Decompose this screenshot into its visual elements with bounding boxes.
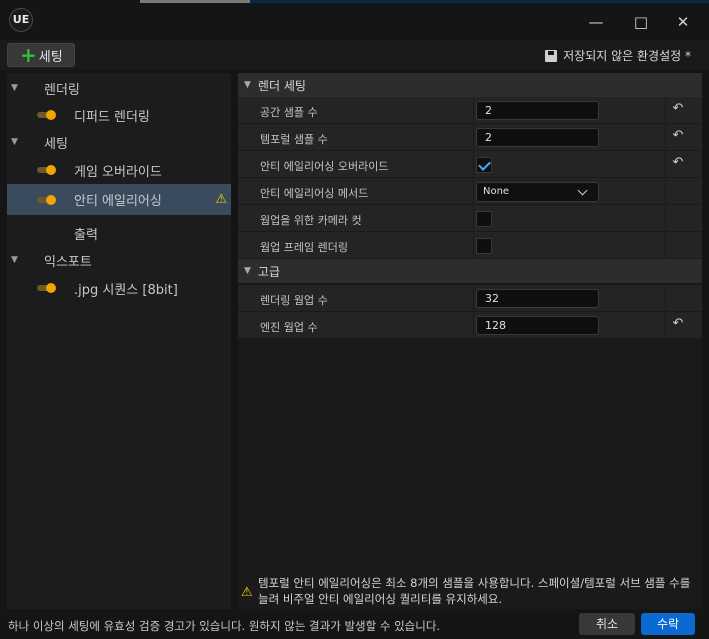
- property-label: 템포럴 샘플 수: [260, 133, 328, 146]
- status-bar: 하나 이상의 세팅에 유효성 검증 경고가 있습니다. 원하지 않는 결과가 발…: [0, 610, 709, 639]
- tree-group-settings[interactable]: ▼ 세팅: [7, 128, 231, 156]
- settings-tree: ▼ 렌더링 디퍼드 렌더링 ▼ 세팅 게임 오버라이드 안티 에일리어싱 ⚠ 출…: [7, 73, 231, 609]
- reset-to-default-icon[interactable]: ↶: [668, 101, 688, 119]
- section-title: 렌더 세팅: [257, 78, 306, 93]
- status-text: 하나 이상의 세팅에 유효성 검증 경고가 있습니다. 원하지 않는 결과가 발…: [8, 619, 441, 633]
- anti-aliasing-method-dropdown[interactable]: None: [476, 182, 599, 202]
- tree-item-game-override[interactable]: 게임 오버라이드: [7, 156, 231, 184]
- tree-item-label: 게임 오버라이드: [74, 164, 162, 180]
- section-header-render-settings[interactable]: ▼ 렌더 세팅: [238, 73, 702, 97]
- tree-group-label: 세팅: [44, 136, 68, 152]
- add-settings-button[interactable]: + 세팅: [7, 43, 75, 67]
- property-row: 웜업을 위한 카메라 컷: [238, 205, 702, 232]
- property-label: 공간 샘플 수: [260, 106, 318, 119]
- save-icon: [545, 49, 558, 62]
- anti-aliasing-override-checkbox[interactable]: [476, 157, 492, 173]
- chevron-down-icon: [577, 185, 588, 196]
- property-row: 엔진 웜업 수 128 ↶: [238, 312, 702, 339]
- temporal-sample-count-input[interactable]: 2: [476, 128, 599, 147]
- property-row: 공간 샘플 수 2 ↶: [238, 97, 702, 124]
- background-window-tab: [140, 0, 250, 3]
- unsaved-config-label: 저장되지 않은 환경설정 *: [563, 49, 691, 63]
- property-row: 안티 에일리어싱 오버라이드 ↶: [238, 151, 702, 178]
- tree-item-label: 출력: [74, 227, 98, 243]
- tree-group-export[interactable]: ▼ 익스포트: [7, 246, 231, 274]
- tree-item-label: 디퍼드 렌더링: [74, 109, 150, 125]
- engine-warmup-count-input[interactable]: 128: [476, 316, 599, 335]
- toggle-switch[interactable]: [37, 165, 59, 175]
- validation-notice: ⚠ 템포럴 안티 에일리어싱은 최소 8개의 샘플을 사용합니다. 스페이셜/템…: [238, 573, 702, 609]
- tree-item-deferred-rendering[interactable]: 디퍼드 렌더링: [7, 101, 231, 129]
- minimize-icon[interactable]: —: [586, 12, 606, 32]
- maximize-icon[interactable]: □: [631, 12, 651, 32]
- plus-icon: +: [20, 43, 37, 67]
- dropdown-value: None: [483, 186, 510, 197]
- add-settings-label: 세팅: [38, 49, 63, 65]
- expand-arrow-icon[interactable]: ▼: [11, 255, 18, 265]
- warning-icon: ⚠: [241, 585, 253, 600]
- close-icon[interactable]: ✕: [673, 12, 693, 32]
- toggle-switch[interactable]: [37, 283, 59, 293]
- details-empty-area: [238, 339, 702, 609]
- reset-to-default-icon[interactable]: ↶: [668, 128, 688, 146]
- tree-item-output[interactable]: 출력: [7, 219, 231, 247]
- property-label: 안티 에일리어싱 메서드: [260, 187, 369, 200]
- expand-arrow-icon[interactable]: ▼: [11, 83, 18, 93]
- property-label: 렌더링 웜업 수: [260, 294, 328, 307]
- property-row: 템포럴 샘플 수 2 ↶: [238, 124, 702, 151]
- section-title: 고급: [257, 264, 281, 279]
- property-label: 엔진 웜업 수: [260, 321, 318, 334]
- render-warmup-frame-checkbox[interactable]: [476, 238, 492, 254]
- camera-cut-warmup-checkbox[interactable]: [476, 211, 492, 227]
- property-label: 웜업 프레임 렌더링: [260, 241, 348, 254]
- render-warmup-count-input[interactable]: 32: [476, 289, 599, 308]
- unreal-logo-icon: UE: [9, 8, 33, 32]
- unsaved-config-button[interactable]: 저장되지 않은 환경설정 *: [545, 47, 691, 64]
- property-row: 안티 에일리어싱 메서드 None: [238, 178, 702, 205]
- tree-item-label: .jpg 시퀀스 [8bit]: [74, 282, 178, 298]
- reset-to-default-icon[interactable]: ↶: [668, 316, 688, 334]
- tree-item-jpg-sequence[interactable]: .jpg 시퀀스 [8bit]: [7, 274, 231, 302]
- accept-button[interactable]: 수락: [641, 613, 695, 635]
- section-header-advanced[interactable]: ▼ 고급: [238, 259, 702, 283]
- toolbar: + 세팅 저장되지 않은 환경설정 *: [0, 40, 709, 70]
- toggle-switch[interactable]: [37, 110, 59, 120]
- cancel-button[interactable]: 취소: [579, 613, 635, 635]
- property-row: 웜업 프레임 렌더링: [238, 232, 702, 259]
- collapse-arrow-icon[interactable]: ▼: [244, 266, 251, 276]
- toggle-switch[interactable]: [37, 194, 59, 205]
- tree-item-anti-aliasing[interactable]: 안티 에일리어싱 ⚠: [7, 184, 231, 215]
- expand-arrow-icon[interactable]: ▼: [11, 137, 18, 147]
- property-row: 렌더링 웜업 수 32: [238, 285, 702, 312]
- details-panel: ▼ 렌더 세팅 공간 샘플 수 2 ↶ 템포럴 샘플 수 2 ↶ 안티 에일리어…: [238, 73, 702, 609]
- notice-text: 템포럴 안티 에일리어싱은 최소 8개의 샘플을 사용합니다. 스페이셜/템포럴…: [258, 576, 691, 606]
- property-label: 웜업을 위한 카메라 컷: [260, 214, 362, 227]
- title-bar: UE — □ ✕: [0, 0, 709, 40]
- tree-item-label: 안티 에일리어싱: [74, 194, 162, 209]
- tree-group-label: 렌더링: [44, 82, 80, 98]
- tree-group-label: 익스포트: [44, 254, 92, 270]
- tree-group-rendering[interactable]: ▼ 렌더링: [7, 74, 231, 102]
- reset-to-default-icon[interactable]: ↶: [668, 155, 688, 173]
- property-label: 안티 에일리어싱 오버라이드: [260, 160, 389, 173]
- collapse-arrow-icon[interactable]: ▼: [244, 80, 251, 90]
- spatial-sample-count-input[interactable]: 2: [476, 101, 599, 120]
- warning-icon: ⚠: [215, 192, 227, 207]
